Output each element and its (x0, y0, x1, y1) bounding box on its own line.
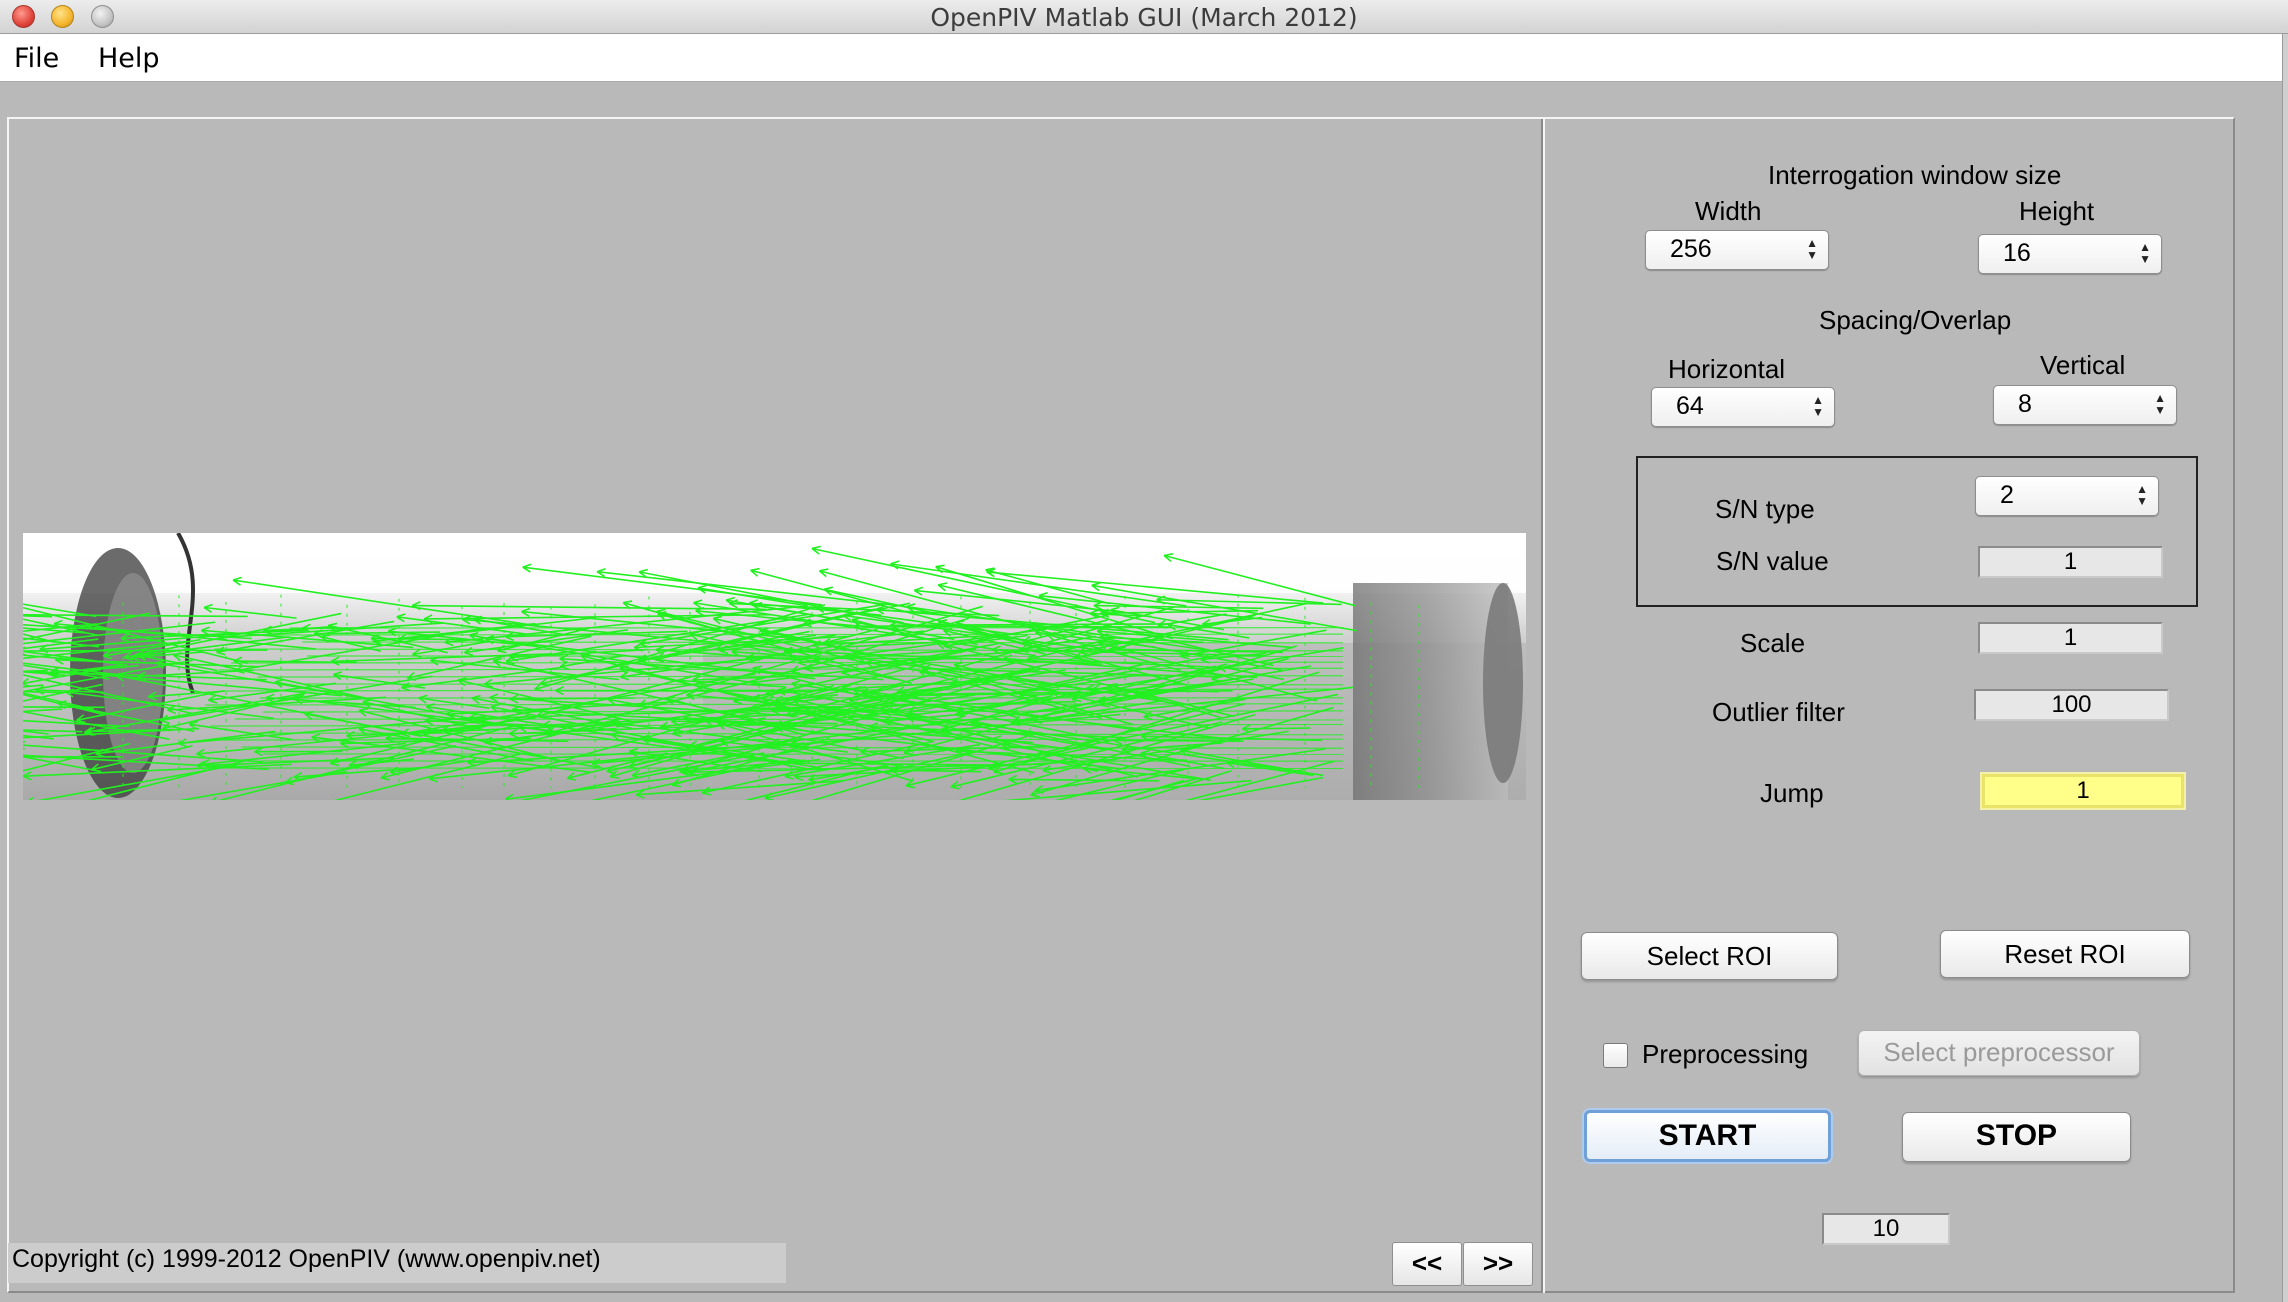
spacing-heading: Spacing/Overlap (1819, 305, 2012, 335)
width-select[interactable]: 256 ▲ ▼ (1645, 230, 1829, 270)
height-select[interactable]: 16 ▲ ▼ (1978, 234, 2162, 274)
bright-region (23, 533, 1526, 593)
cylinder-end (1483, 583, 1523, 783)
width-label: Width (1695, 196, 1762, 226)
sn-type-select-value: 2 (2000, 481, 2014, 509)
select-roi-button[interactable]: Select ROI (1581, 932, 1838, 980)
outlier-filter-field[interactable]: 100 (1974, 689, 2169, 721)
height-select-value: 16 (2003, 239, 2031, 267)
horizontal-select[interactable]: 64 ▲ ▼ (1651, 387, 1835, 427)
height-label: Height (2019, 196, 2095, 226)
vector-arrow (854, 625, 1172, 628)
preprocessing-checkbox[interactable] (1603, 1043, 1628, 1068)
interrogation-heading: Interrogation window size (1768, 160, 2062, 190)
scale-field[interactable]: 1 (1978, 622, 2163, 654)
panel-divider (1541, 119, 1545, 1293)
sn-type-select[interactable]: 2 ▲ ▼ (1975, 476, 2159, 516)
vector-streak (234, 718, 1344, 721)
menu-help[interactable]: Help (98, 43, 160, 74)
piv-image-display (23, 533, 1526, 800)
left-object-inner (103, 573, 163, 773)
menu-file[interactable]: File (14, 43, 59, 74)
counter-field: 10 (1822, 1213, 1950, 1245)
sn-type-label: S/N type (1715, 494, 1815, 524)
previous-button[interactable]: << (1392, 1242, 1462, 1286)
up-down-arrows-icon: ▲ ▼ (1806, 236, 1818, 262)
vector-arrow (23, 706, 105, 709)
stop-button[interactable]: STOP (1902, 1112, 2131, 1162)
title-bar: OpenPIV Matlab GUI (March 2012) (0, 0, 2288, 34)
vector-streak (231, 661, 1344, 664)
copyright-text: Copyright (c) 1999-2012 OpenPIV (www.ope… (8, 1243, 786, 1283)
vertical-select-value: 8 (2018, 390, 2032, 418)
next-button[interactable]: >> (1463, 1242, 1533, 1286)
outlier-filter-label: Outlier filter (1712, 697, 1845, 727)
up-down-arrows-icon: ▲ ▼ (1812, 393, 1824, 419)
vector-streak (302, 641, 1344, 644)
sn-value-label: S/N value (1716, 546, 1829, 576)
scale-label: Scale (1740, 628, 1806, 658)
window-edge (2282, 34, 2288, 1302)
up-down-arrows-icon: ▲ ▼ (2139, 240, 2151, 266)
jump-field[interactable]: 1 (1980, 772, 2186, 810)
up-down-arrows-icon: ▲ ▼ (2136, 482, 2148, 508)
vector-field-plot (23, 533, 1526, 800)
up-down-arrows-icon: ▲ ▼ (2154, 391, 2166, 417)
window-title: OpenPIV Matlab GUI (March 2012) (930, 3, 1358, 32)
width-select-value: 256 (1670, 235, 1712, 263)
sn-value-field[interactable]: 1 (1978, 546, 2163, 578)
horizontal-label: Horizontal (1668, 354, 1786, 384)
menu-bar: File Help (0, 34, 2282, 82)
vector-arrow (1242, 727, 1311, 730)
reset-roi-button[interactable]: Reset ROI (1940, 930, 2190, 978)
select-preprocessor-button[interactable]: Select preprocessor (1858, 1030, 2140, 1076)
horizontal-select-value: 64 (1676, 392, 1704, 420)
start-button[interactable]: START (1584, 1110, 1831, 1162)
preprocessing-label: Preprocessing (1642, 1039, 1809, 1069)
jump-label: Jump (1760, 778, 1824, 808)
vector-streak (221, 738, 1344, 741)
vector-streak (305, 683, 1344, 686)
vertical-label: Vertical (2040, 350, 2126, 380)
vertical-select[interactable]: 8 ▲ ▼ (1993, 385, 2177, 425)
